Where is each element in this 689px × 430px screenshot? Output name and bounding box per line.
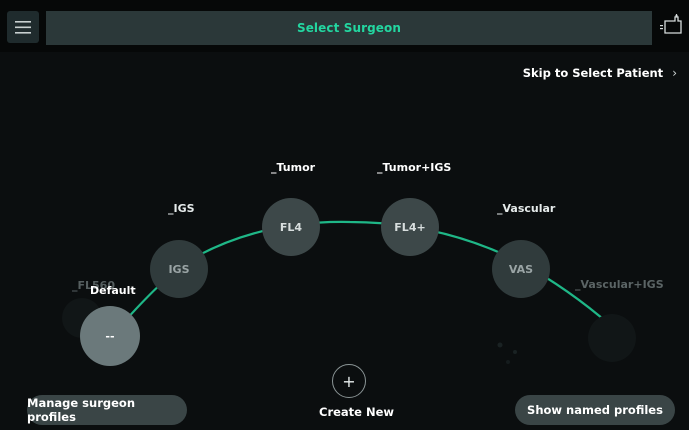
- profile-label-tumor: _Tumor: [271, 161, 316, 174]
- profile-label-vascular: _Vascular: [497, 202, 556, 215]
- create-new-button[interactable]: +: [332, 364, 366, 398]
- profile-badge-default: --: [105, 329, 115, 343]
- profile-node-tumor-igs[interactable]: FL4+: [381, 198, 439, 256]
- profile-badge-vascular: VAS: [508, 262, 534, 276]
- profile-badge-tumor-igs: FL4+: [394, 220, 426, 234]
- profile-label-vascular-igs: _Vascular+IGS: [575, 278, 664, 291]
- faded-dot: [506, 360, 510, 364]
- profile-node-tumor[interactable]: FL4: [262, 198, 320, 256]
- profile-node-vascular[interactable]: VAS: [492, 240, 550, 298]
- profile-badge-igs: IGS: [168, 262, 190, 276]
- profile-node-vascular-igs[interactable]: [588, 314, 636, 362]
- show-named-profiles-label: Show named profiles: [527, 403, 663, 417]
- manage-surgeon-profiles-button[interactable]: Manage surgeon profiles: [27, 395, 187, 425]
- profile-label-tumor-igs: _Tumor+IGS: [377, 161, 452, 174]
- faded-dot: [497, 342, 503, 348]
- profile-label-igs: _IGS: [168, 202, 195, 215]
- manage-surgeon-profiles-label: Manage surgeon profiles: [27, 396, 136, 424]
- profile-node-igs[interactable]: IGS: [150, 240, 208, 298]
- plus-icon: +: [342, 371, 356, 391]
- faded-dot: [513, 350, 517, 354]
- profile-node-default[interactable]: --: [80, 306, 140, 366]
- create-new-label: Create New: [319, 405, 395, 419]
- profile-label-default: Default: [90, 284, 136, 297]
- select-surgeon-screen: Select Surgeon Skip to Select Patient › …: [0, 0, 689, 430]
- show-named-profiles-button[interactable]: Show named profiles: [515, 395, 675, 425]
- profile-badge-tumor: FL4: [279, 220, 303, 234]
